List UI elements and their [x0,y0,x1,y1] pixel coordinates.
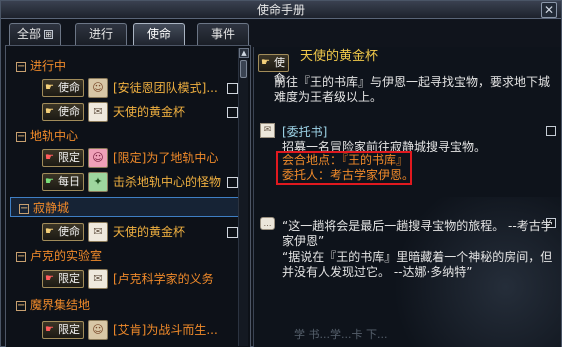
npc-portrait-icon: ✦ [88,172,108,192]
faded-background-text: 学 书...学...卡 下... [294,328,388,341]
window-titlebar[interactable]: 使命手册 ✕ [1,1,561,19]
meeting-place: 会合地点：『王的书库』 [282,153,409,167]
letter-scroll-icon: ✉ [260,123,275,138]
tab-all[interactable]: 全部 ⊞ [9,23,61,45]
collapse-icon[interactable]: − [16,251,26,262]
letter-portrait-icon: ✉ [88,102,108,122]
mission-badge: ☛ 使命 [42,223,84,241]
mission-badge: ☛ 使命 [42,103,84,121]
detail-title: 天使的黄金杯 [300,49,379,64]
track-checkbox[interactable] [227,227,238,238]
quest-title: 天使的黄金杯 [113,225,186,239]
client-name: 委托人：考古学家伊恩。 [282,168,415,182]
npc-portrait-icon: ☺ [88,78,108,98]
hand-icon: ☛ [45,82,54,93]
collapse-icon[interactable]: − [16,131,26,142]
limited-badge: ☛ 限定 [42,149,84,167]
quest-title: 击杀地轨中心的怪物 [113,175,222,189]
npc-portrait-icon: ☺ [88,320,108,340]
quest-row[interactable]: ☛ 每日 ✦ 击杀地轨中心的怪物 [6,170,242,194]
tab-event[interactable]: 事件 [197,23,249,45]
group-luke-lab[interactable]: − 卢克的实验室 [8,246,238,266]
hand-icon: ☛ [45,106,54,117]
quest-title: [艾肯]为战斗而生... [113,323,218,337]
scroll-thumb[interactable] [240,60,247,78]
collapse-icon[interactable]: − [16,61,26,72]
quest-row[interactable]: ☛ 限定 ☺ [限定]为了地轨中心 [6,146,242,170]
quest-title: [限定]为了地轨中心 [113,151,219,165]
tab-mission[interactable]: 使命 [133,23,185,45]
letter-portrait-icon: ✉ [88,222,108,242]
tab-in-progress[interactable]: 进行 [75,23,127,45]
group-rail-center[interactable]: − 地轨中心 [8,126,238,146]
collapse-icon[interactable]: − [16,300,26,311]
quest-detail-panel: ☛ 使命 天使的黄金杯 前往『王的书库』与伊恩一起寻找宝物，要求地下城难度为王者级… [253,47,561,347]
scroll-up-icon[interactable]: ▲ [239,48,249,58]
quest-title: 天使的黄金杯 [113,105,186,119]
daily-badge: ☛ 每日 [42,173,84,191]
quest-list-scrollbar[interactable]: ▲ [238,48,249,346]
quote-dana: “据说在『王的书库』里暗藏着一个神秘的房间，但并没有人发现过它。 --达娜·多纳… [282,250,553,279]
detail-description: 前往『王的书库』与伊恩一起寻找宝物，要求地下城难度为王者级以上。 [274,75,551,104]
track-checkbox[interactable] [546,126,556,136]
hand-icon: ☛ [261,57,270,68]
quest-title: [安徒恩团队模式]... [113,81,218,95]
npc-portrait-icon: ☺ [88,148,108,168]
track-checkbox[interactable] [227,107,238,118]
collapse-icon[interactable]: − [19,203,29,214]
group-demon-assembly[interactable]: − 魔界集结地 [8,295,238,315]
group-in-progress[interactable]: − 进行中 [8,56,238,76]
quote-ian: “这一趟将会是最后一趟搜寻宝物的旅程。 --考古学家伊恩” [282,219,553,248]
track-checkbox[interactable] [227,177,238,188]
hand-icon: ☛ [45,273,54,284]
letter-portrait-icon: ✉ [88,269,108,289]
limited-badge: ☛ 限定 [42,321,84,339]
limited-badge: ☛ 限定 [42,270,84,288]
hand-icon: ☛ [45,226,54,237]
quest-row[interactable]: ☛ 使命 ☺ [安徒恩团队模式]... [6,76,242,100]
mission-badge: ☛ 使命 [258,54,289,85]
close-button[interactable]: ✕ [541,2,557,18]
hand-icon: ☛ [45,176,54,187]
hand-icon: ☛ [45,152,54,163]
group-silent-city[interactable]: − 寂静城 [10,197,242,217]
quest-list-panel: − 进行中 ☛ 使命 ☺ [安徒恩团队模式]... ☛ 使命 ✉ 天使的黄金杯 − 地轨… [5,45,251,347]
quest-row[interactable]: ☛ 使命 ✉ 天使的黄金杯 [6,220,242,244]
window-title: 使命手册 [256,3,305,17]
mission-badge: ☛ 使命 [42,79,84,97]
track-checkbox[interactable] [227,83,238,94]
speech-bubble-icon: … [260,217,275,230]
quest-row[interactable]: ☛ 限定 ✉ [卢克科学家的义务 [6,267,242,291]
expand-icon[interactable]: ⊞ [44,30,53,39]
hand-icon: ☛ [45,324,54,335]
quest-row[interactable]: ☛ 限定 ☺ [艾肯]为战斗而生... [6,318,242,342]
quest-title: [卢克科学家的义务 [113,272,214,286]
mission-handbook-window: 使命手册 ✕ 全部 ⊞ 进行 使命 事件 − 进行中 ☛ 使命 ☺ [安徒恩团队模式]… [0,0,562,347]
quest-row[interactable]: ☛ 使命 ✉ 天使的黄金杯 [6,100,242,124]
